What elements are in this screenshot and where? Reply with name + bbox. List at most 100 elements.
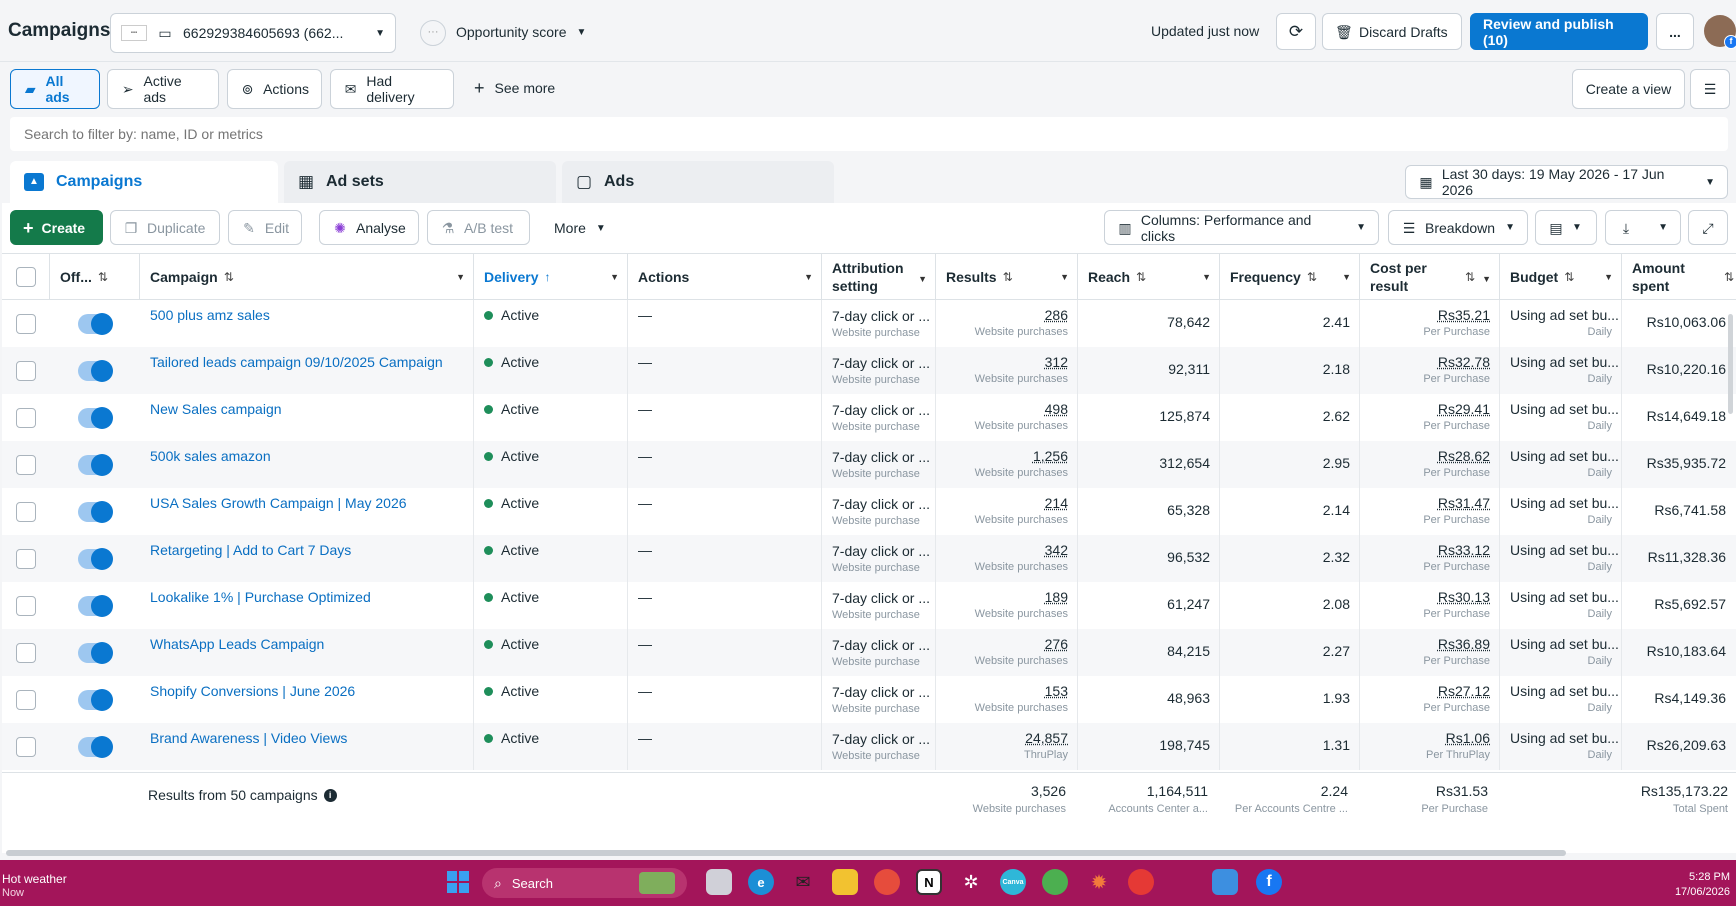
row-checkbox[interactable] (16, 314, 36, 334)
results-cell[interactable]: 24,857 ThruPlay (936, 723, 1078, 770)
filter-active-ads[interactable]: ➢ Active ads (107, 69, 219, 109)
results-cell[interactable]: 498 Website purchases (936, 394, 1078, 441)
cost-per-result-cell[interactable]: Rs30.13 Per Purchase (1360, 582, 1500, 629)
campaign-toggle[interactable] (78, 407, 113, 429)
columns-button[interactable]: ▥ Columns: Performance and clicks ▼ (1104, 210, 1379, 245)
row-checkbox[interactable] (16, 455, 36, 475)
column-header-amount-spent[interactable]: Amount spent ⇅ (1622, 254, 1736, 300)
more-options-button[interactable]: ... (1656, 13, 1694, 50)
create-button[interactable]: + Create (10, 210, 103, 245)
row-checkbox[interactable] (16, 737, 36, 757)
select-all-checkbox[interactable] (15, 266, 36, 287)
row-checkbox[interactable] (16, 549, 36, 569)
filter-had-delivery[interactable]: ✉ Had delivery (330, 69, 454, 109)
chrome-alt-icon[interactable] (1128, 869, 1154, 895)
edge-browser-icon[interactable]: e (748, 869, 774, 895)
results-cell[interactable]: 214 Website purchases (936, 488, 1078, 535)
facebook-icon[interactable]: f (1256, 869, 1282, 895)
filter-actions[interactable]: ⊚ Actions (227, 69, 322, 109)
create-view-button[interactable]: Create a view (1572, 69, 1685, 109)
cost-per-result-cell[interactable]: Rs27.12 Per Purchase (1360, 676, 1500, 723)
export-button[interactable]: ⤓ ▼ (1605, 210, 1681, 245)
open-chart-button[interactable]: ⤢ (1688, 210, 1728, 245)
tab-ads[interactable]: ▢ Ads (562, 161, 834, 203)
clock[interactable]: 5:28 PM 17/06/2026 (1650, 870, 1730, 900)
filter-all-ads[interactable]: ▰ All ads (10, 69, 100, 109)
campaign-name[interactable]: 500k sales amazon (140, 441, 474, 488)
campaign-toggle[interactable] (78, 454, 113, 476)
row-checkbox[interactable] (16, 690, 36, 710)
vertical-scrollbar[interactable] (1728, 314, 1733, 414)
row-checkbox[interactable] (16, 502, 36, 522)
canva-icon[interactable]: Canva (1000, 869, 1026, 895)
row-checkbox[interactable] (16, 361, 36, 381)
column-header-actions[interactable]: Actions ▼ (628, 254, 822, 300)
results-cell[interactable]: 189 Website purchases (936, 582, 1078, 629)
chatgpt-icon[interactable]: ✲ (958, 869, 984, 895)
table-row[interactable]: New Sales campaign Active — 7-day click or … (2, 394, 1736, 441)
row-checkbox[interactable] (16, 643, 36, 663)
results-cell[interactable]: 342 Website purchases (936, 535, 1078, 582)
column-header-cost-per-result[interactable]: Cost per result ⇅ ▼ (1360, 254, 1500, 300)
cost-per-result-cell[interactable]: Rs35.21 Per Purchase (1360, 300, 1500, 347)
cost-per-result-cell[interactable]: Rs31.47 Per Purchase (1360, 488, 1500, 535)
reports-button[interactable]: ▤ ▼ (1535, 210, 1597, 245)
view-settings-button[interactable]: ☰ (1690, 69, 1730, 109)
table-row[interactable]: Lookalike 1% | Purchase Optimized Active —… (2, 582, 1736, 629)
campaign-name[interactable]: 500 plus amz sales (140, 300, 474, 347)
campaign-toggle[interactable] (78, 313, 113, 335)
campaign-toggle[interactable] (78, 360, 113, 382)
table-row[interactable]: USA Sales Growth Campaign | May 2026 Acti… (2, 488, 1736, 535)
column-header-frequency[interactable]: Frequency ⇅ ▼ (1220, 254, 1360, 300)
results-cell[interactable]: 1,256 Website purchases (936, 441, 1078, 488)
column-header-delivery[interactable]: Delivery ↑ ▼ (474, 254, 628, 300)
info-icon[interactable]: i (323, 788, 337, 802)
campaign-name[interactable]: Lookalike 1% | Purchase Optimized (140, 582, 474, 629)
column-header-results[interactable]: Results ⇅ ▼ (936, 254, 1078, 300)
discard-drafts-button[interactable]: 🗑 Discard Drafts (1322, 13, 1462, 50)
campaign-toggle[interactable] (78, 501, 113, 523)
column-header-budget[interactable]: Budget ⇅ ▼ (1500, 254, 1622, 300)
windows-start-icon[interactable] (445, 869, 471, 895)
mail-icon[interactable]: ✉ (790, 869, 816, 895)
tab-ad-sets[interactable]: ▦ Ad sets (284, 161, 556, 203)
campaign-toggle[interactable] (78, 736, 113, 758)
taskbar-search[interactable]: ⌕ Search (482, 868, 687, 898)
chrome-profile-icon[interactable] (1042, 869, 1068, 895)
column-header-reach[interactable]: Reach ⇅ ▼ (1078, 254, 1220, 300)
campaign-toggle[interactable] (78, 548, 113, 570)
table-row[interactable]: Retargeting | Add to Cart 7 Days Active — 7… (2, 535, 1736, 582)
search-input[interactable] (10, 117, 1728, 151)
cost-per-result-cell[interactable]: Rs1.06 Per ThruPlay (1360, 723, 1500, 770)
ab-test-button[interactable]: ⚗ A/B test (427, 210, 530, 245)
avatar[interactable]: f (1704, 15, 1736, 49)
column-header-off[interactable]: Off... ⇅ (50, 254, 140, 300)
weather-widget[interactable]: Hot weather Now (2, 872, 67, 900)
analyse-button[interactable]: ✺ Analyse (319, 210, 419, 245)
see-more-button[interactable]: + See more (474, 79, 555, 97)
cost-per-result-cell[interactable]: Rs36.89 Per Purchase (1360, 629, 1500, 676)
file-explorer-icon[interactable] (832, 869, 858, 895)
more-actions-button[interactable]: More ▼ (554, 220, 606, 236)
table-row[interactable]: Shopify Conversions | June 2026 Active — 7-… (2, 676, 1736, 723)
results-cell[interactable]: 286 Website purchases (936, 300, 1078, 347)
cost-per-result-cell[interactable]: Rs28.62 Per Purchase (1360, 441, 1500, 488)
campaign-name[interactable]: Tailored leads campaign 09/10/2025 Campa… (140, 347, 474, 394)
campaign-name[interactable]: WhatsApp Leads Campaign (140, 629, 474, 676)
campaign-toggle[interactable] (78, 689, 113, 711)
notion-icon[interactable]: N (916, 869, 942, 895)
horizontal-scrollbar[interactable] (6, 850, 1566, 856)
campaign-name[interactable]: Shopify Conversions | June 2026 (140, 676, 474, 723)
claude-icon[interactable]: ✹ (1086, 869, 1112, 895)
results-cell[interactable]: 276 Website purchases (936, 629, 1078, 676)
account-selector[interactable]: ▪▪▪ ▭ 662929384605693 (662... ▼ (110, 13, 396, 53)
results-cell[interactable]: 153 Website purchases (936, 676, 1078, 723)
chrome-icon[interactable] (874, 869, 900, 895)
breakdown-button[interactable]: ☰ Breakdown ▼ (1388, 210, 1528, 245)
task-view-icon[interactable] (706, 869, 732, 895)
column-header-attribution[interactable]: Attribution setting ▼ (822, 254, 936, 300)
edit-button[interactable]: ✎ Edit (228, 210, 302, 245)
photos-icon[interactable] (1212, 869, 1238, 895)
row-checkbox[interactable] (16, 596, 36, 616)
search-bar[interactable] (10, 117, 1728, 151)
